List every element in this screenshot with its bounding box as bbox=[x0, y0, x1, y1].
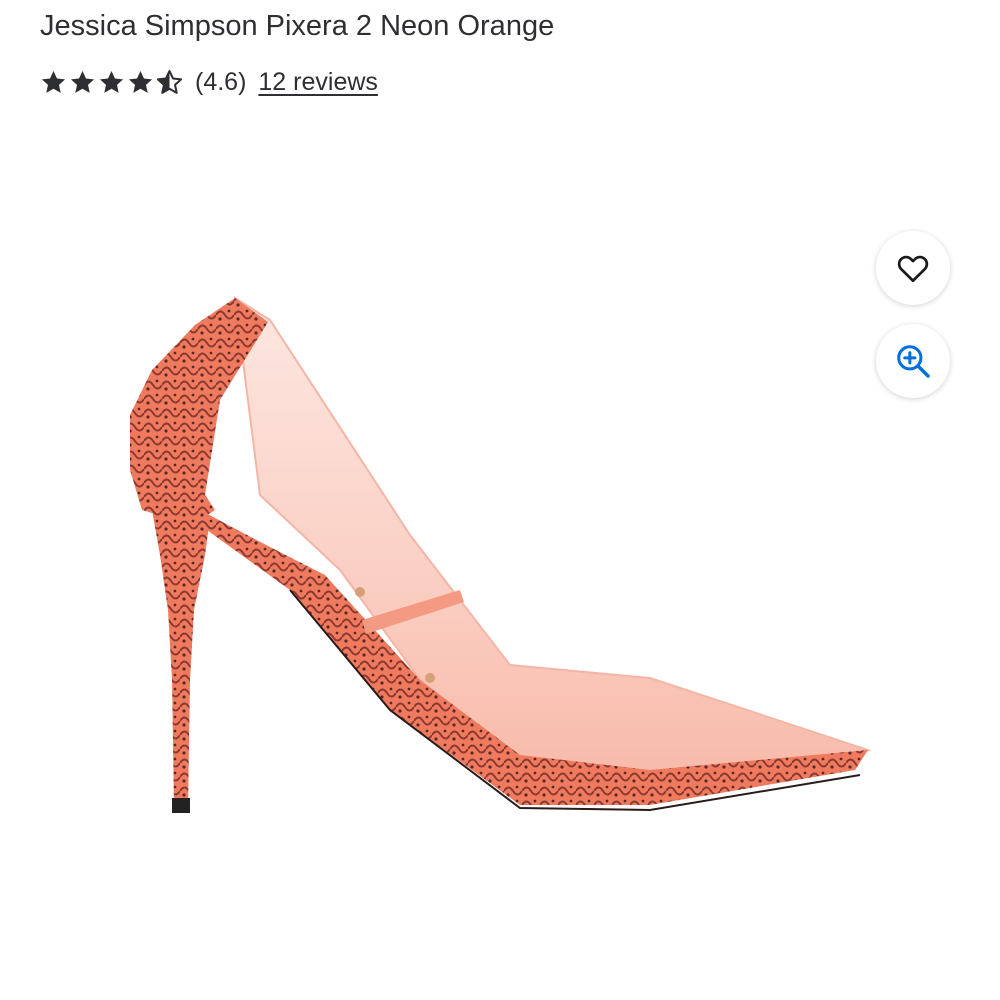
product-title: Jessica Simpson Pixera 2 Neon Orange bbox=[40, 10, 555, 42]
shoe-image bbox=[130, 296, 872, 813]
rating-summary: (4.6) 12 reviews bbox=[40, 62, 378, 102]
reviews-link[interactable]: 12 reviews bbox=[258, 68, 378, 97]
favorite-button[interactable] bbox=[876, 231, 950, 305]
zoom-in-icon bbox=[897, 345, 930, 378]
rating-value: (4.6) bbox=[195, 67, 247, 96]
star-icon bbox=[70, 70, 95, 93]
heart-icon bbox=[897, 255, 929, 283]
star-half-icon bbox=[156, 69, 183, 94]
zoom-button[interactable] bbox=[876, 324, 950, 398]
star-icon bbox=[99, 70, 124, 93]
star-icon bbox=[128, 70, 153, 93]
rating-stars bbox=[40, 69, 183, 96]
product-image[interactable] bbox=[90, 210, 890, 860]
star-icon bbox=[41, 70, 66, 93]
